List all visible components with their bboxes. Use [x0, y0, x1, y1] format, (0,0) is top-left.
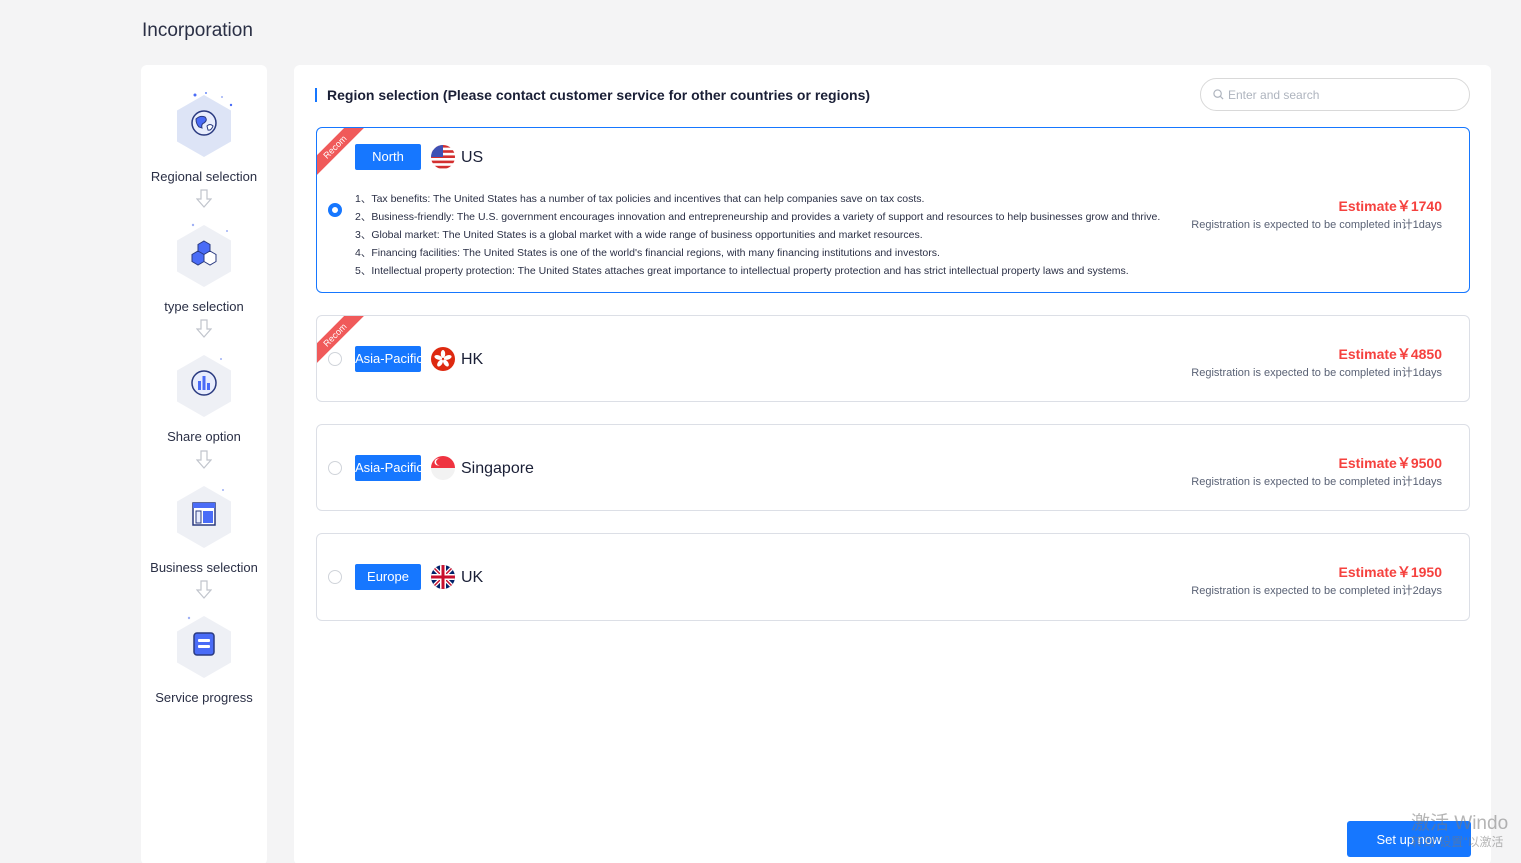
- benefit-item: 4、Financing facilities: The United State…: [355, 247, 940, 259]
- steps-sidebar: Regional selection type selection Share …: [141, 65, 267, 863]
- hk-flag-icon: [431, 347, 455, 371]
- region-tag: Asia-Pacific: [355, 346, 421, 372]
- country-name: UK: [461, 569, 484, 586]
- arrow-down-icon: [196, 450, 212, 469]
- arrow-down-icon: [196, 319, 212, 338]
- registration-eta: Registration is expected to be completed…: [1191, 476, 1442, 488]
- step-label: Regional selection: [150, 169, 258, 184]
- watermark-line2: 转到"设置"以激活: [1411, 835, 1504, 849]
- globe-icon: [191, 110, 217, 136]
- benefits-list: 1、Tax benefits: The United States has a …: [355, 190, 1160, 280]
- region-card-us[interactable]: Recom North US 1、Tax benefits: The Unite…: [316, 127, 1470, 293]
- region-radio[interactable]: [328, 461, 342, 475]
- benefit-item: 5、Intellectual property protection: The …: [355, 265, 1129, 277]
- search-box[interactable]: [1200, 78, 1470, 111]
- region-radio[interactable]: [328, 203, 342, 217]
- country-name: US: [461, 149, 484, 166]
- region-tag: North: [355, 144, 421, 170]
- benefit-item: 3、Global market: The United States is a …: [355, 229, 923, 241]
- document-icon: [193, 632, 215, 656]
- page-title: Incorporation: [142, 20, 253, 41]
- region-tag: Asia-Pacific: [355, 455, 421, 481]
- step-label: Share option: [167, 429, 241, 444]
- main-panel: Region selection (Please contact custome…: [294, 65, 1491, 863]
- arrow-down-icon: [196, 580, 212, 599]
- step-label: Business selection: [150, 560, 258, 575]
- price-estimate: Estimate￥9500: [1338, 455, 1442, 471]
- watermark-line1: 激活 Windo: [1411, 813, 1509, 834]
- benefit-item: 2、Business-friendly: The U.S. government…: [355, 211, 1161, 223]
- region-card-uk[interactable]: Europe UK Estimate￥1950 Registration is …: [316, 533, 1470, 621]
- windows-activation-watermark: 激活 Windo 转到"设置"以激活: [1411, 814, 1508, 850]
- region-radio[interactable]: [328, 570, 342, 584]
- region-tag: Europe: [355, 564, 421, 590]
- step-business-selection[interactable]: Business selection: [141, 476, 267, 575]
- registration-eta: Registration is expected to be completed…: [1191, 367, 1442, 379]
- price-estimate: Estimate￥1950: [1338, 564, 1442, 580]
- region-card-singapore[interactable]: Asia-Pacific Singapore Estimate￥9500 Reg…: [316, 424, 1470, 511]
- uk-flag-icon: [431, 565, 455, 589]
- registration-eta: Registration is expected to be completed…: [1191, 585, 1442, 597]
- step-share-option[interactable]: Share option: [141, 345, 267, 444]
- layout-icon: [192, 502, 216, 526]
- region-radio[interactable]: [328, 352, 342, 366]
- step-label: type selection: [164, 299, 244, 314]
- step-service-progress[interactable]: Service progress: [141, 606, 267, 705]
- sg-flag-icon: [431, 456, 455, 480]
- search-icon: [1213, 89, 1224, 100]
- country-name: HK: [461, 351, 484, 368]
- hexagons-icon: [191, 240, 217, 266]
- arrow-down-icon: [196, 189, 212, 208]
- bar-chart-icon: [191, 370, 217, 396]
- benefit-item: 1、Tax benefits: The United States has a …: [355, 193, 925, 205]
- step-type-selection[interactable]: type selection: [141, 215, 267, 314]
- step-label: Service progress: [155, 690, 253, 705]
- country-name: Singapore: [461, 460, 534, 477]
- registration-eta: Registration is expected to be completed…: [1191, 219, 1442, 231]
- search-input[interactable]: [1228, 87, 1448, 102]
- price-estimate: Estimate￥1740: [1338, 198, 1442, 214]
- region-card-hk[interactable]: Recom Asia-Pacific HK Estimate￥4850 Regi…: [316, 315, 1470, 402]
- section-title: Region selection (Please contact custome…: [315, 88, 870, 102]
- us-flag-icon: [431, 145, 455, 169]
- step-regional-selection[interactable]: Regional selection: [141, 85, 267, 184]
- price-estimate: Estimate￥4850: [1338, 346, 1442, 362]
